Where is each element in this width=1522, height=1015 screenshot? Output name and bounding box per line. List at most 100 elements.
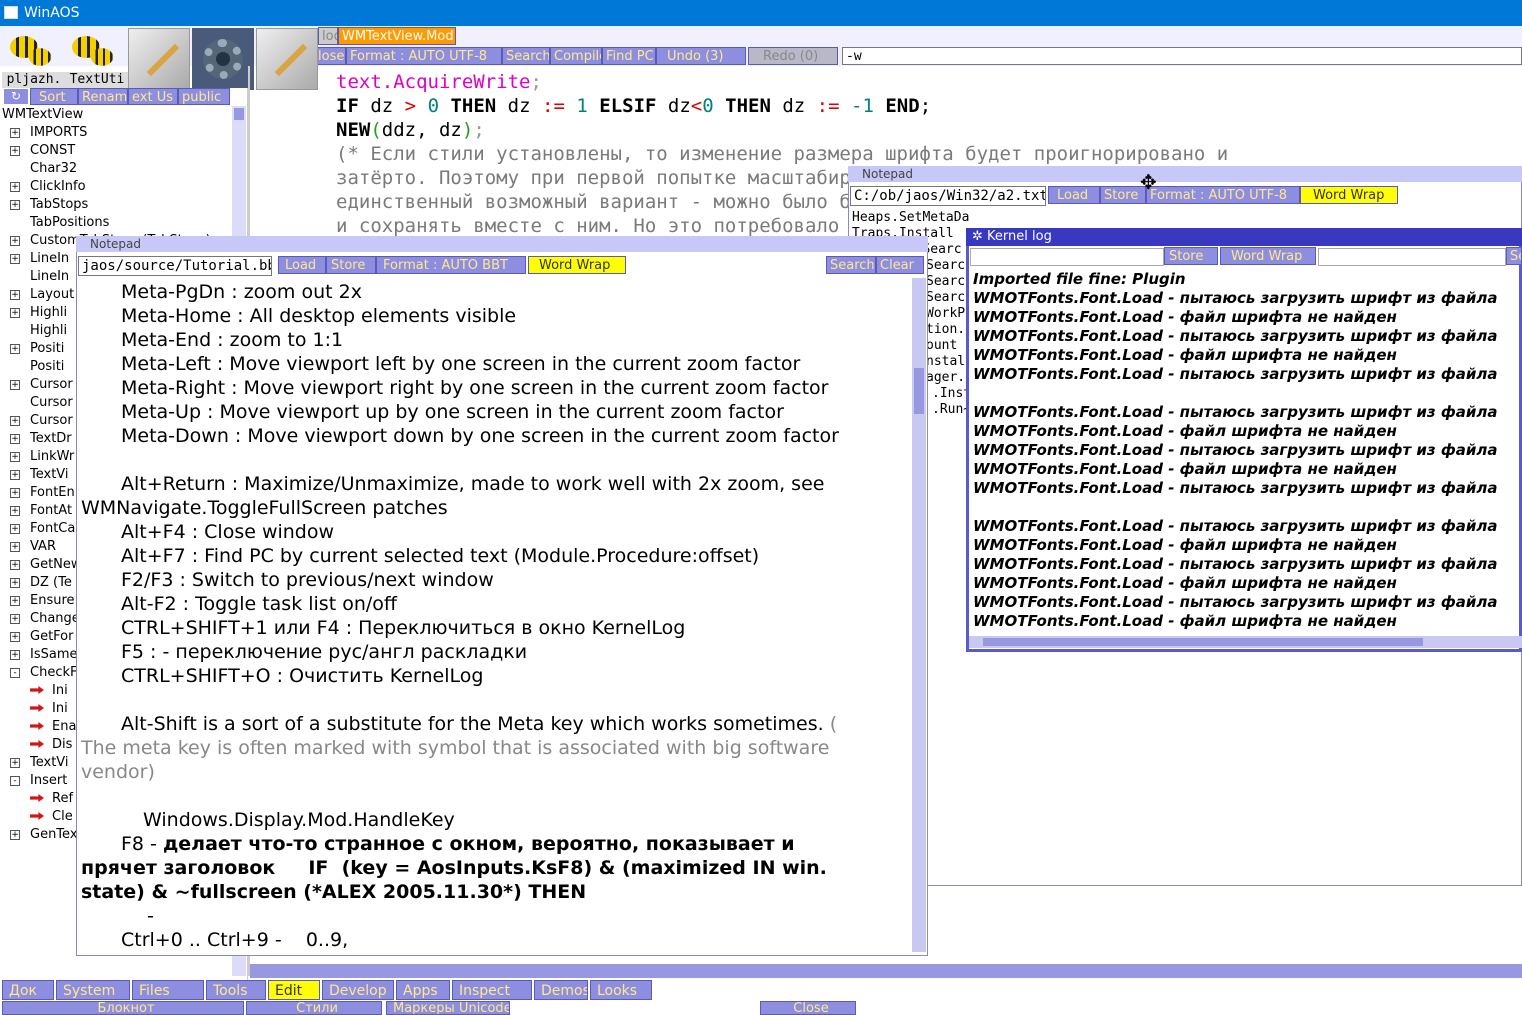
kernel-log-search-input[interactable]: [1318, 248, 1506, 266]
expand-icon[interactable]: +: [10, 290, 20, 300]
taskbar-button[interactable]: Блокнот: [2, 1001, 244, 1015]
expand-icon[interactable]: +: [10, 236, 20, 246]
tree-item-label: Ref: [52, 791, 74, 806]
expand-icon[interactable]: +: [10, 488, 20, 498]
format-button[interactable]: Format : AUTO UTF-8: [346, 47, 502, 65]
taskbar-button[interactable]: Стили: [246, 1001, 382, 1015]
desktop-icon-pljazh[interactable]: pljazh.: [2, 28, 66, 90]
gear-icon[interactable]: [192, 28, 254, 90]
tree-item[interactable]: + IMPORTS: [0, 124, 234, 142]
editor-tab[interactable]: WMTextView.Mod: [338, 27, 456, 45]
log-line: WMOTFonts.Font.Load - файл шрифта не най…: [973, 574, 1397, 592]
taskbar-button[interactable]: Inspect: [452, 980, 532, 1000]
tree-item[interactable]: TabPositions: [0, 214, 234, 232]
expand-icon[interactable]: +: [10, 758, 20, 768]
expand-icon[interactable]: +: [10, 146, 20, 156]
sort-button[interactable]: Sort: [30, 88, 78, 105]
editor-tab-partial[interactable]: lod: [318, 27, 338, 45]
expand-icon[interactable]: +: [10, 434, 20, 444]
notepad-text[interactable]: Meta-PgDn : zoom out 2x Meta-Home : All d…: [81, 280, 911, 948]
collapse-icon[interactable]: -: [10, 776, 20, 786]
expand-icon[interactable]: +: [10, 506, 20, 516]
desktop-icon-textutil[interactable]: TextUti: [66, 28, 128, 90]
notepad-store-button[interactable]: Store: [326, 256, 376, 274]
taskbar-button[interactable]: Edit: [268, 980, 320, 1000]
expand-icon[interactable]: +: [10, 524, 20, 534]
expand-icon[interactable]: +: [10, 650, 20, 660]
taskbar-button[interactable]: Develop: [322, 980, 394, 1000]
notepad2-load-button[interactable]: Load: [1048, 186, 1100, 204]
red-arrow-icon: [30, 794, 44, 802]
taskbar-button[interactable]: Close: [760, 1001, 856, 1015]
expand-icon[interactable]: +: [10, 596, 20, 606]
ext-us-button[interactable]: ext Us: [128, 88, 178, 105]
taskbar-button[interactable]: Demos: [534, 980, 588, 1000]
taskbar-button[interactable]: Files: [132, 980, 204, 1000]
refresh-icon[interactable]: ↻: [4, 89, 28, 104]
notepad-clear-button[interactable]: Clear: [876, 256, 924, 274]
search-button[interactable]: Search: [502, 47, 550, 65]
redo-button[interactable]: Redo (0): [748, 47, 838, 65]
kernel-log-store-button[interactable]: Store: [1164, 247, 1218, 265]
pencil-note-icon[interactable]: [256, 28, 318, 90]
taskbar-button[interactable]: Looks: [590, 980, 652, 1000]
notepad2-path[interactable]: C:/ob/jaos/Win32/a2.txt: [850, 186, 1046, 206]
expand-icon[interactable]: +: [10, 452, 20, 462]
taskbar-button[interactable]: Док: [2, 980, 54, 1000]
rename-button[interactable]: Rename: [78, 88, 128, 105]
expand-icon[interactable]: +: [10, 416, 20, 426]
expand-icon[interactable]: +: [10, 344, 20, 354]
expand-icon[interactable]: +: [10, 614, 20, 624]
kernel-log-search-button[interactable]: Se: [1506, 247, 1522, 265]
notepad-format-button[interactable]: Format : AUTO BBT: [376, 256, 526, 274]
tree-item-label: DZ (Te: [30, 575, 72, 590]
kernel-log-titlebar[interactable]: ✲ Kernel log: [966, 228, 1522, 246]
notepad-path[interactable]: jaos/source/Tutorial.bbt: [78, 256, 272, 276]
expand-icon[interactable]: +: [10, 200, 20, 210]
expand-icon[interactable]: +: [10, 128, 20, 138]
expand-icon[interactable]: +: [10, 578, 20, 588]
command-input[interactable]: -w: [842, 47, 1522, 65]
kernel-log-wordwrap-button[interactable]: Word Wrap: [1220, 247, 1316, 265]
notepad-search-button[interactable]: Search: [826, 256, 876, 274]
kernel-log-input[interactable]: [970, 248, 1164, 266]
notepad-wordwrap-button[interactable]: Word Wrap: [528, 256, 626, 274]
close-button[interactable]: lose: [314, 47, 346, 65]
collapse-icon[interactable]: -: [10, 668, 20, 678]
text-line: [81, 784, 911, 808]
public-button[interactable]: public: [178, 88, 230, 105]
notepad-load-button[interactable]: Load: [278, 256, 326, 274]
compile-button[interactable]: Compile: [550, 47, 602, 65]
expand-icon[interactable]: +: [10, 560, 20, 570]
expand-icon[interactable]: +: [10, 380, 20, 390]
taskbar-button[interactable]: System: [56, 980, 130, 1000]
notepad2-format-button[interactable]: Format : AUTO UTF-8: [1146, 186, 1300, 204]
expand-icon[interactable]: +: [10, 542, 20, 552]
expand-icon[interactable]: +: [10, 308, 20, 318]
taskbar-button[interactable]: Apps: [396, 980, 450, 1000]
notepad-title[interactable]: Notepad: [76, 236, 928, 252]
tree-item[interactable]: + CONST: [0, 142, 234, 160]
tree-item[interactable]: + TabStops: [0, 196, 234, 214]
expand-icon[interactable]: +: [10, 632, 20, 642]
move-cursor-icon: ✥: [1140, 170, 1157, 194]
notepad2-wordwrap-button[interactable]: Word Wrap: [1300, 186, 1398, 204]
notepad-scrollbar[interactable]: [912, 278, 926, 952]
kernel-log-hscroll[interactable]: [969, 636, 1522, 648]
undo-button[interactable]: Undo (3): [656, 47, 746, 65]
tree-item[interactable]: Char32: [0, 160, 234, 178]
pencil-note-icon[interactable]: [128, 28, 190, 90]
expand-icon[interactable]: +: [10, 254, 20, 264]
expand-icon[interactable]: +: [10, 470, 20, 480]
tree-item[interactable]: + ClickInfo: [0, 178, 234, 196]
find-pc-button[interactable]: Find PC: [602, 47, 656, 65]
expand-icon[interactable]: +: [10, 182, 20, 192]
editor-hscroll[interactable]: [250, 964, 1522, 978]
taskbar-button[interactable]: Маркеры Unicode: [386, 1001, 510, 1015]
tree-root[interactable]: WMTextView: [2, 106, 83, 124]
expand-icon[interactable]: +: [10, 830, 20, 840]
taskbar-button[interactable]: Tools: [206, 980, 266, 1000]
notepad2-title[interactable]: Notepad: [848, 166, 1522, 182]
kernel-log-text[interactable]: Imported file fine: Plugin WMOTFonts.Font…: [973, 270, 1522, 634]
